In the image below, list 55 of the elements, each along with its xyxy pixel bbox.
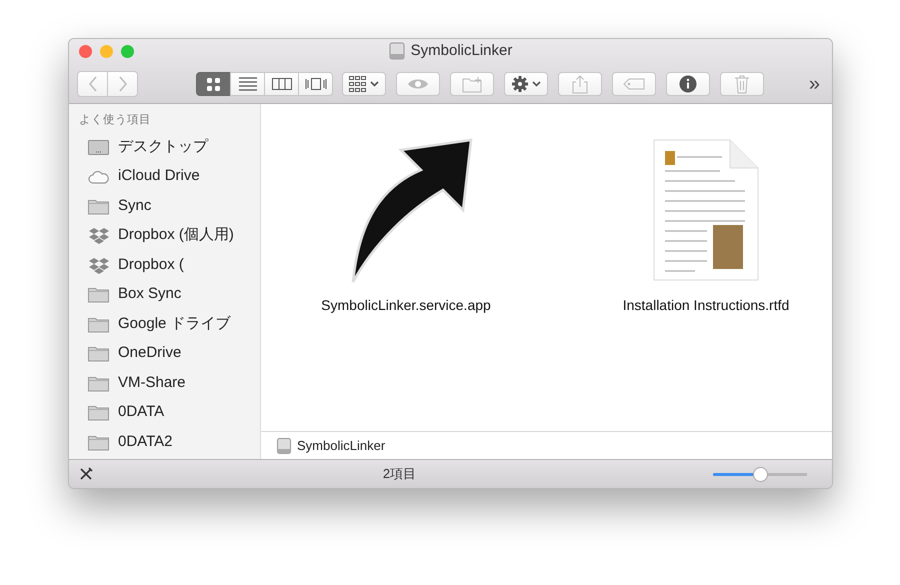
arrange-icon — [349, 76, 366, 92]
zoom-button[interactable] — [121, 45, 134, 58]
sidebar-item[interactable]: Sync — [118, 194, 152, 218]
folder-plus-icon — [462, 76, 482, 92]
caret-icon — [370, 81, 379, 87]
gear-icon — [512, 76, 528, 92]
cover-flow-icon — [304, 76, 326, 92]
list-view-button[interactable] — [230, 72, 265, 96]
info-button[interactable] — [666, 72, 710, 96]
caret-icon — [532, 81, 540, 87]
sidebar-item[interactable]: 0DATA — [118, 401, 164, 424]
sidebar-item[interactable]: 0DATA2 — [118, 430, 172, 454]
icon-view-button[interactable] — [196, 72, 231, 96]
item-count: 2項目 — [382, 466, 416, 481]
sidebar-item[interactable]: Dropbox ( — [118, 254, 184, 276]
info-icon — [679, 75, 697, 93]
dropbox-icon — [88, 256, 110, 274]
cloud-icon — [88, 168, 110, 185]
window-title: SymbolicLinker — [410, 40, 512, 61]
file-name[interactable]: Installation Instructions.rtfd — [622, 295, 790, 316]
share-icon — [572, 74, 588, 94]
folder-icon — [88, 286, 110, 303]
folder-icon — [88, 345, 110, 362]
sidebar-item[interactable]: デスクトップ — [118, 136, 208, 158]
folder-icon — [88, 404, 110, 421]
arrange-button[interactable] — [342, 72, 386, 96]
action-button[interactable] — [504, 72, 548, 96]
list-icon — [238, 76, 256, 92]
grid-icon — [206, 76, 221, 92]
folder-icon — [88, 316, 110, 332]
trash-icon — [734, 74, 750, 94]
sidebar-item[interactable]: Google ドライブ — [118, 312, 231, 336]
sidebar-item[interactable]: iCloud Drive — [118, 165, 200, 188]
dropbox-icon — [88, 227, 110, 244]
sidebar-item[interactable]: Dropbox (個人用) — [118, 224, 234, 247]
desktop-icon — [88, 138, 110, 156]
column-view-button[interactable] — [264, 72, 299, 96]
cover-flow-button[interactable] — [298, 72, 333, 96]
file-name[interactable]: SymbolicLinker.service.app — [321, 295, 491, 316]
sidebar-heading: よく使う項目 — [79, 112, 152, 128]
tag-icon — [623, 78, 645, 90]
sidebar-item[interactable]: OneDrive — [118, 342, 182, 365]
sidebar-item[interactable]: Box Sync — [118, 283, 182, 306]
sidebar-item[interactable]: VM-Share — [118, 372, 186, 394]
folder-icon — [88, 434, 110, 450]
close-button[interactable] — [79, 45, 92, 58]
columns-icon — [272, 76, 292, 92]
minimize-button[interactable] — [100, 45, 113, 58]
path-item[interactable]: SymbolicLinker — [297, 436, 386, 456]
drive-icon — [388, 42, 405, 60]
drive-icon — [277, 438, 291, 454]
folder-icon — [88, 374, 110, 392]
overflow-button[interactable]: » — [808, 74, 820, 94]
tools-icon — [79, 467, 93, 481]
folder-icon — [88, 198, 110, 214]
